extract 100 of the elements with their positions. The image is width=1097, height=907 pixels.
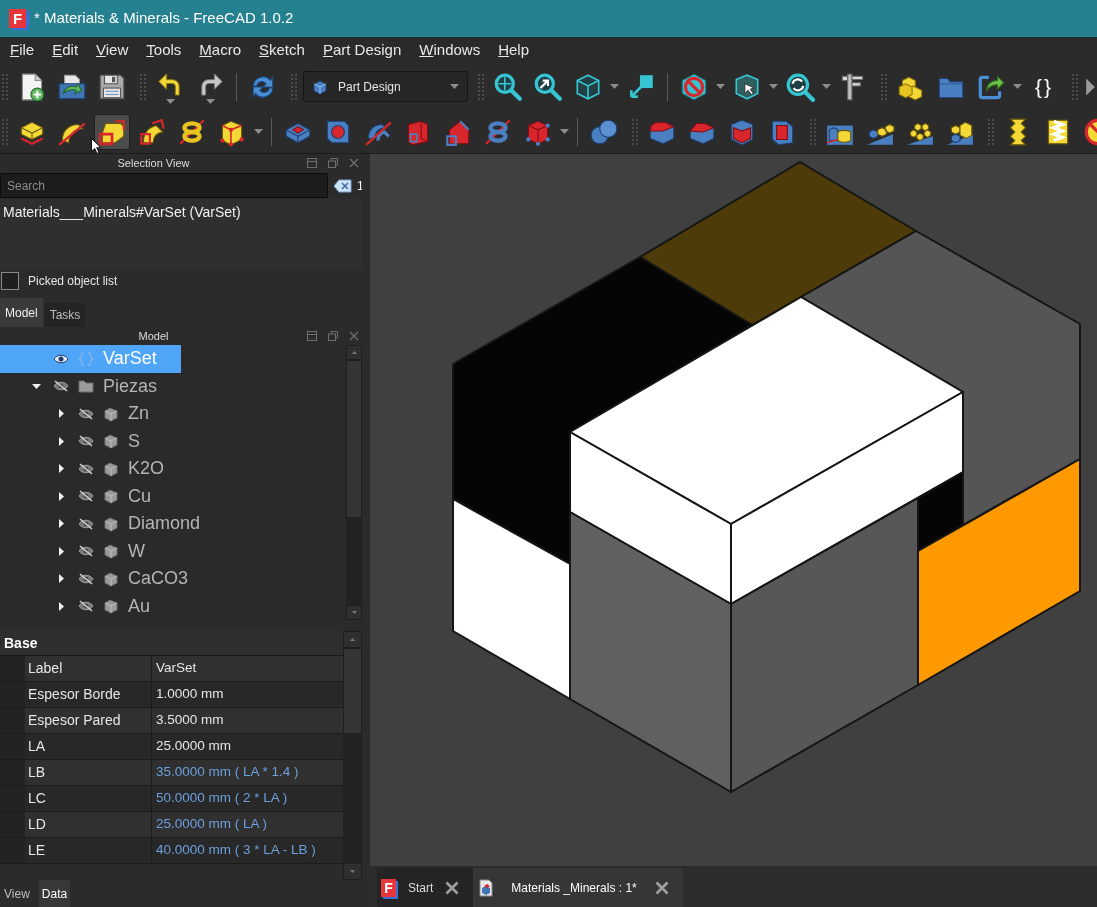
crossed-eye-icon[interactable] xyxy=(78,462,94,475)
toolbar-button[interactable] xyxy=(94,113,130,150)
tree-item[interactable]: Diamond xyxy=(0,510,225,538)
property-value[interactable]: 25.0000 mm ( LA ) xyxy=(152,812,343,837)
toolbar-grip[interactable] xyxy=(1072,73,1078,100)
panel-title: Selection View xyxy=(117,155,190,171)
block-icon xyxy=(103,433,119,450)
curved-loft-icon xyxy=(137,116,167,147)
property-value[interactable]: 50.0000 mm ( 2 * LA ) xyxy=(152,786,343,811)
float-icon[interactable] xyxy=(307,158,317,168)
toolbar-grip[interactable] xyxy=(988,118,994,145)
no-entry-icon xyxy=(679,71,709,102)
tree-item[interactable]: Piezas xyxy=(0,372,182,400)
tab[interactable]: Model xyxy=(0,298,43,327)
caret-right-icon[interactable] xyxy=(58,464,64,474)
menu-item[interactable]: Sketch xyxy=(259,38,305,62)
crossed-eye-icon[interactable] xyxy=(78,435,94,448)
toolbar-grip[interactable] xyxy=(478,73,484,100)
tree-item[interactable]: S xyxy=(0,427,164,455)
caret-icon[interactable] xyxy=(1013,84,1022,89)
close-icon[interactable] xyxy=(445,880,460,895)
close-icon[interactable] xyxy=(349,158,359,168)
toolbar-grip[interactable] xyxy=(140,73,146,100)
caret-icon[interactable] xyxy=(716,84,725,89)
toolbar-grip[interactable] xyxy=(291,73,297,100)
scrollbar-thumb[interactable] xyxy=(343,648,362,734)
caret-icon[interactable] xyxy=(254,129,263,134)
crossed-eye-icon[interactable] xyxy=(78,490,94,503)
property-value[interactable]: 35.0000 mm ( LA * 1.4 ) xyxy=(152,760,343,785)
caret-right-icon[interactable] xyxy=(58,491,64,501)
toolbar-grip[interactable] xyxy=(2,73,8,100)
caret-icon[interactable] xyxy=(769,84,778,89)
toolbar-grip[interactable] xyxy=(810,118,816,145)
caret-down-icon xyxy=(350,870,355,873)
tree-item[interactable]: Zn xyxy=(0,400,173,428)
tree-item[interactable]: Au xyxy=(0,592,175,620)
search-field[interactable]: Search xyxy=(0,173,328,198)
tree-item[interactable]: CaCO3 xyxy=(0,565,213,593)
caret-icon[interactable] xyxy=(610,84,619,89)
property-value[interactable]: 1.0000 mm xyxy=(152,682,343,707)
menu-item[interactable]: Macro xyxy=(199,38,241,62)
panel-title: Model xyxy=(138,328,169,344)
tree-item[interactable]: K2O xyxy=(0,455,189,483)
toolbar-button[interactable]: {} xyxy=(1026,68,1062,105)
crossed-eye-icon[interactable] xyxy=(78,572,94,585)
tab[interactable]: View xyxy=(1,880,33,907)
toolbar-grip[interactable] xyxy=(632,118,638,145)
caret-right-icon[interactable] xyxy=(58,409,64,419)
tab[interactable]: Data xyxy=(38,880,71,907)
clear-icon[interactable] xyxy=(334,178,352,193)
caret-right-icon[interactable] xyxy=(58,436,64,446)
close-icon[interactable] xyxy=(654,880,669,895)
block-icon xyxy=(103,543,119,560)
checkbox[interactable] xyxy=(1,272,19,290)
crossed-eye-icon[interactable] xyxy=(78,517,94,530)
caret-right-icon[interactable] xyxy=(58,519,64,529)
menu-item[interactable]: Part Design xyxy=(322,38,402,62)
caret-down-icon[interactable] xyxy=(31,383,41,389)
property-value[interactable]: 40.0000 mm ( 3 * LA - LB ) xyxy=(152,838,343,863)
eye-icon[interactable] xyxy=(53,352,69,365)
caret-right-icon[interactable] xyxy=(58,546,64,556)
crossed-eye-icon[interactable] xyxy=(78,407,94,420)
scroll-up-button[interactable] xyxy=(346,345,362,360)
close-icon[interactable] xyxy=(349,331,359,341)
block-icon xyxy=(103,488,119,505)
property-value[interactable]: 3.5000 mm xyxy=(152,708,343,733)
tab[interactable]: Tasks xyxy=(44,303,86,327)
menu-item[interactable]: Edit xyxy=(52,38,79,62)
caret-icon[interactable] xyxy=(205,98,215,104)
caret-icon[interactable] xyxy=(450,84,459,89)
restore-icon[interactable] xyxy=(328,331,338,341)
tab[interactable]: Materials _Minerals : 1* xyxy=(473,868,683,907)
tree-item[interactable]: W xyxy=(0,537,169,565)
menu-item[interactable]: View xyxy=(96,38,129,62)
tab[interactable]: F Start xyxy=(377,868,474,907)
restore-icon[interactable] xyxy=(328,158,338,168)
property-name: Espesor Borde xyxy=(25,682,152,707)
menu-item[interactable]: Windows xyxy=(419,38,481,62)
caret-right-icon[interactable] xyxy=(58,601,64,611)
caret-icon[interactable] xyxy=(822,84,831,89)
crossed-eye-icon[interactable] xyxy=(53,380,69,393)
selection-entry[interactable]: Materials___Minerals#VarSet (VarSet) xyxy=(0,199,244,223)
menu-item[interactable]: Tools xyxy=(146,38,182,62)
scroll-down-button[interactable] xyxy=(343,863,362,880)
menu-item[interactable]: Help xyxy=(498,38,530,62)
caret-icon[interactable] xyxy=(165,98,175,104)
workbench-dropdown[interactable]: Part Design xyxy=(303,71,468,102)
property-value[interactable]: 25.0000 mm xyxy=(152,734,343,759)
property-value[interactable]: VarSet xyxy=(152,656,343,681)
caret-right-icon[interactable] xyxy=(58,574,64,584)
crossed-eye-icon[interactable] xyxy=(78,545,94,558)
toolbar-grip[interactable] xyxy=(881,73,887,100)
menu-item[interactable]: File xyxy=(10,38,35,62)
float-icon[interactable] xyxy=(307,331,317,341)
scroll-up-button[interactable] xyxy=(343,631,362,648)
crossed-eye-icon[interactable] xyxy=(78,600,94,613)
scroll-down-button[interactable] xyxy=(346,605,362,620)
tree-item[interactable]: Cu xyxy=(0,482,175,510)
caret-icon[interactable] xyxy=(560,129,569,134)
toolbar-grip[interactable] xyxy=(2,118,8,145)
